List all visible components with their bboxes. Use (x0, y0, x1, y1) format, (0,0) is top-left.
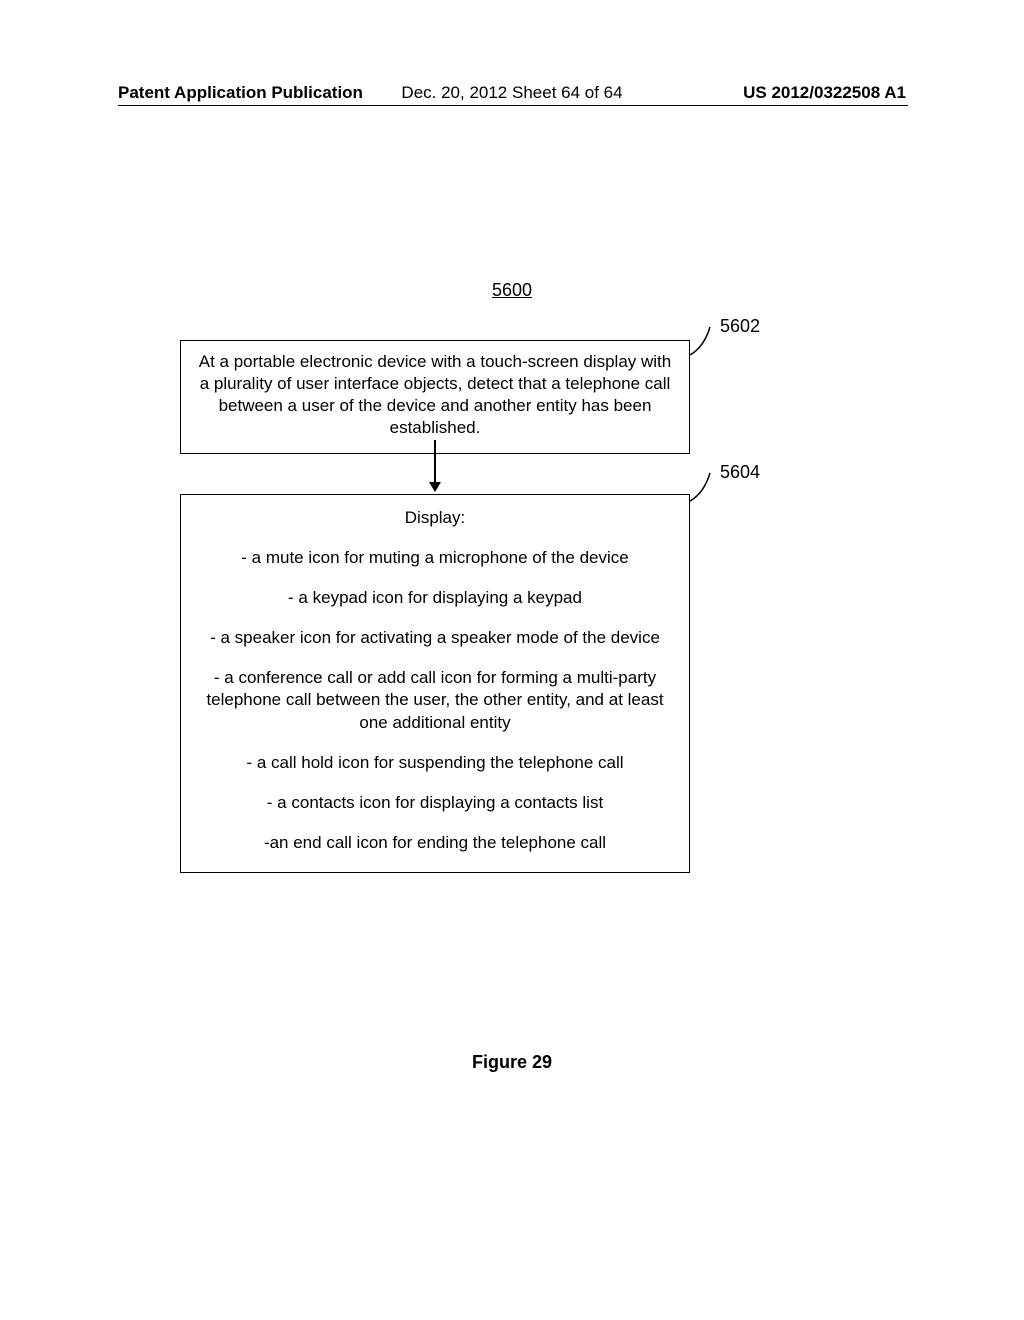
display-item: - a mute icon for muting a microphone of… (197, 547, 673, 569)
display-item: - a conference call or add call icon for… (197, 667, 673, 733)
display-item: - a contacts icon for displaying a conta… (197, 792, 673, 814)
page-header: Patent Application Publication Dec. 20, … (0, 83, 1024, 103)
reference-number-2: 5604 (720, 462, 760, 483)
header-right: US 2012/0322508 A1 (743, 83, 906, 103)
display-item: - a keypad icon for displaying a keypad (197, 587, 673, 609)
flow-arrow-line (434, 440, 436, 488)
display-item: - a speaker icon for activating a speake… (197, 627, 673, 649)
flow-arrow-head (429, 482, 441, 492)
header-rule (118, 105, 908, 106)
header-center: Dec. 20, 2012 Sheet 64 of 64 (401, 83, 622, 103)
flow-box-2: Display: - a mute icon for muting a micr… (180, 494, 690, 873)
flow-box-2-header: Display: (197, 507, 673, 529)
display-item: - a call hold icon for suspending the te… (197, 752, 673, 774)
flow-box-1: At a portable electronic device with a t… (180, 340, 690, 454)
flow-box-1-text: At a portable electronic device with a t… (199, 352, 671, 437)
figure-caption: Figure 29 (472, 1052, 552, 1073)
display-item: -an end call icon for ending the telepho… (197, 832, 673, 854)
leader-curve-1 (690, 325, 718, 357)
leader-curve-2 (690, 471, 718, 503)
reference-number-1: 5602 (720, 316, 760, 337)
header-left: Patent Application Publication (118, 83, 363, 103)
diagram-number: 5600 (492, 280, 532, 301)
